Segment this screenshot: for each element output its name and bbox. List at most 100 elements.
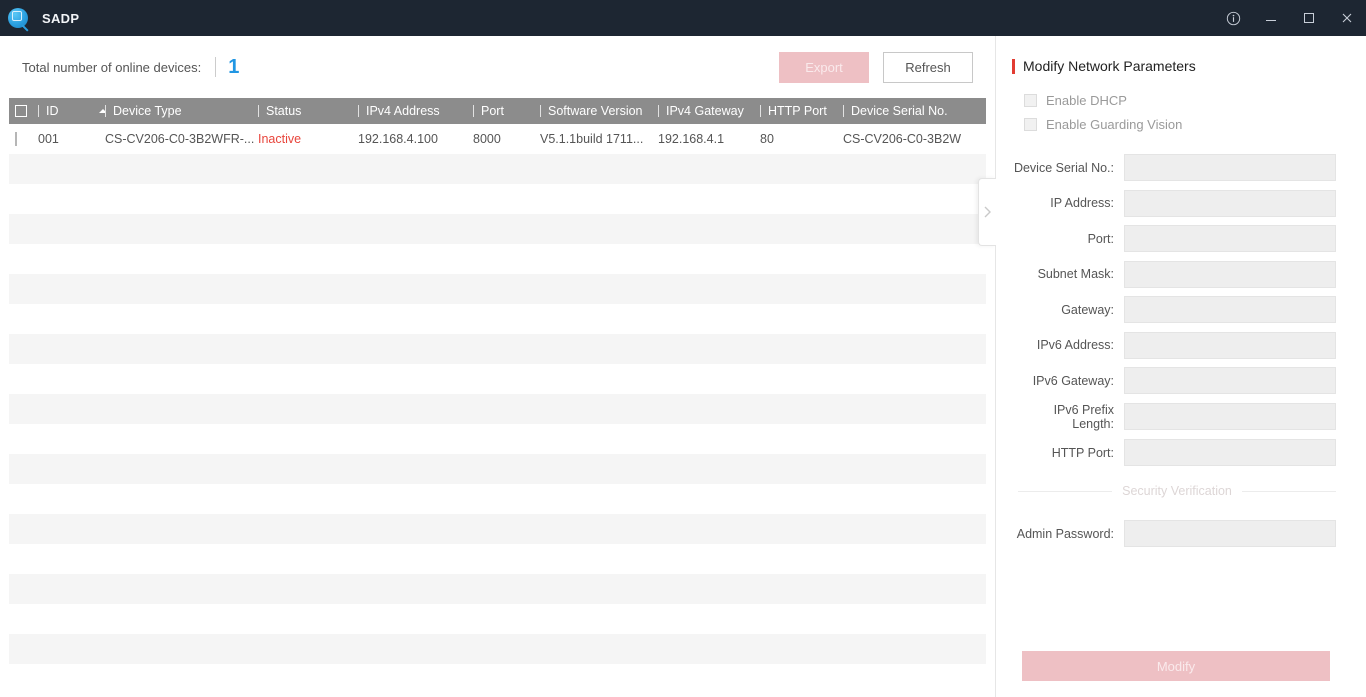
field-admin-password: Admin Password: <box>1012 520 1336 547</box>
field-label-device-serial-no: Device Serial No.: <box>1013 160 1114 175</box>
minimize-icon[interactable] <box>1252 0 1290 36</box>
table-row-empty <box>9 274 986 304</box>
cell-ipv4-address: 192.168.4.100 <box>358 132 438 146</box>
table-row-empty <box>9 634 986 664</box>
enable-guarding-vision-label: Enable Guarding Vision <box>1046 116 1183 132</box>
ipv6-prefix-length-input[interactable] <box>1124 403 1336 430</box>
field-ipv6-gateway: IPv6 Gateway: <box>1012 367 1336 394</box>
table-row-empty <box>9 424 986 454</box>
title-bar: SADP <box>0 0 1366 36</box>
column-header-device-type[interactable]: Device Type <box>105 98 258 124</box>
column-header-port-label: Port <box>481 104 504 118</box>
row-select-checkbox[interactable] <box>9 132 38 146</box>
toolbar-buttons: Export Refresh <box>779 52 973 83</box>
security-verification-form: Admin Password: <box>996 498 1366 547</box>
admin-password-input[interactable] <box>1124 520 1336 547</box>
export-button[interactable]: Export <box>779 52 869 83</box>
field-ip-address: IP Address: <box>1012 189 1336 217</box>
table-row-empty <box>9 154 986 184</box>
table-row-empty <box>9 394 986 424</box>
cell-software-version: V5.1.1build 1711... <box>540 132 644 146</box>
field-subnet-mask: Subnet Mask: <box>1012 260 1336 288</box>
field-label-http-port: HTTP Port: <box>1051 445 1114 460</box>
select-all-checkbox[interactable] <box>9 98 38 124</box>
field-port: Port: <box>1012 225 1336 252</box>
cell-device-type: CS-CV206-C0-3B2WFR-... <box>105 132 255 146</box>
table-row-empty <box>9 484 986 514</box>
online-devices-count: 1 <box>228 55 240 78</box>
column-header-port[interactable]: Port <box>473 98 540 124</box>
chevron-right-icon[interactable] <box>978 178 996 246</box>
field-gateway: Gateway: <box>1012 296 1336 323</box>
table-row[interactable]: 001 CS-CV206-C0-3B2WFR-... Inactive 192.… <box>9 124 986 154</box>
enable-dhcp-checkbox[interactable]: Enable DHCP <box>1024 88 1366 112</box>
enable-guarding-vision-checkbox[interactable]: Enable Guarding Vision <box>1024 112 1366 136</box>
app-title: SADP <box>42 10 80 26</box>
divider-line-left <box>1018 490 1113 492</box>
column-header-device-type-label: Device Type <box>113 104 182 118</box>
list-toolbar: Total number of online devices: 1 Export… <box>0 36 995 98</box>
panel-title: Modify Network Parameters <box>996 36 1366 74</box>
field-label-ip-address: IP Address: <box>1050 196 1114 210</box>
column-header-ipv4-address[interactable]: IPv4 Address <box>358 98 473 124</box>
table-row-empty <box>9 184 986 214</box>
info-circle-icon[interactable] <box>1214 0 1252 36</box>
ipv6-address-input[interactable] <box>1124 331 1336 359</box>
table-row-empty <box>9 214 986 244</box>
table-row-empty <box>9 454 986 484</box>
field-ipv6-prefix-length: IPv6 Prefix Length: <box>1012 403 1336 431</box>
field-label-gateway: Gateway: <box>1061 302 1114 317</box>
field-label-ipv6-address: IPv6 Address: <box>1036 338 1114 352</box>
sadp-magnifier-logo-icon <box>8 8 28 28</box>
table-row-empty <box>9 544 986 574</box>
security-verification-label: Security Verification <box>1122 484 1232 498</box>
panel-accent-bar <box>1012 58 1015 74</box>
security-verification-divider: Security Verification <box>1018 484 1336 498</box>
cell-id: 001 <box>38 132 59 146</box>
ipv6-gateway-input[interactable] <box>1124 367 1336 394</box>
column-header-software-version[interactable]: Software Version <box>540 98 658 124</box>
panel-checkbox-group: Enable DHCP Enable Guarding Vision <box>996 74 1366 136</box>
column-header-device-serial-no[interactable]: Device Serial No. <box>843 98 983 124</box>
column-header-ipv4-gateway[interactable]: IPv4 Gateway <box>658 98 760 124</box>
column-header-id[interactable]: ID <box>38 98 105 124</box>
column-header-http-port[interactable]: HTTP Port <box>760 98 843 124</box>
close-icon[interactable] <box>1328 0 1366 36</box>
field-http-port: HTTP Port: <box>1012 439 1336 466</box>
table-row-empty <box>9 334 986 364</box>
panel-title-label: Modify Network Parameters <box>1023 58 1196 74</box>
table-body: 001 CS-CV206-C0-3B2WFR-... Inactive 192.… <box>0 124 995 664</box>
refresh-button[interactable]: Refresh <box>883 52 973 83</box>
port-input[interactable] <box>1124 225 1336 252</box>
device-serial-no-input[interactable] <box>1124 154 1336 181</box>
cell-http-port: 80 <box>760 132 774 146</box>
ip-address-input[interactable] <box>1124 189 1336 217</box>
main-body: Total number of online devices: 1 Export… <box>0 36 1366 697</box>
field-label-ipv6-gateway: IPv6 Gateway: <box>1032 373 1114 388</box>
column-header-software-version-label: Software Version <box>548 104 643 118</box>
modify-button[interactable]: Modify <box>1022 651 1330 681</box>
checkbox-box-icon <box>1024 93 1037 107</box>
table-row-empty <box>9 574 986 604</box>
field-label-ipv6-prefix-length: IPv6 Prefix Length: <box>1053 402 1114 431</box>
column-header-ipv4-gateway-label: IPv4 Gateway <box>666 104 744 118</box>
cell-ipv4-gateway: 192.168.4.1 <box>658 132 725 146</box>
enable-dhcp-label: Enable DHCP <box>1046 92 1127 108</box>
online-count-separator <box>215 57 217 77</box>
table-row-empty <box>9 364 986 394</box>
table-header-row: ID Device Type Status IPv4 Address Port <box>9 98 986 124</box>
cell-port: 8000 <box>473 132 501 146</box>
network-parameters-form: Device Serial No.: IP Address: Port: Sub… <box>996 136 1366 466</box>
modify-network-parameters-panel: Modify Network Parameters Enable DHCP En… <box>996 36 1366 697</box>
column-header-status[interactable]: Status <box>258 98 358 124</box>
maximize-icon[interactable] <box>1290 0 1328 36</box>
column-header-id-label: ID <box>46 104 59 118</box>
table-row-empty <box>9 244 986 274</box>
column-header-status-label: Status <box>266 104 302 118</box>
subnet-mask-input[interactable] <box>1124 260 1336 288</box>
http-port-input[interactable] <box>1124 439 1336 466</box>
gateway-input[interactable] <box>1124 296 1336 323</box>
column-header-ipv4-address-label: IPv4 Address <box>366 104 440 118</box>
window-controls <box>1214 0 1366 36</box>
field-label-subnet-mask: Subnet Mask: <box>1037 267 1114 281</box>
